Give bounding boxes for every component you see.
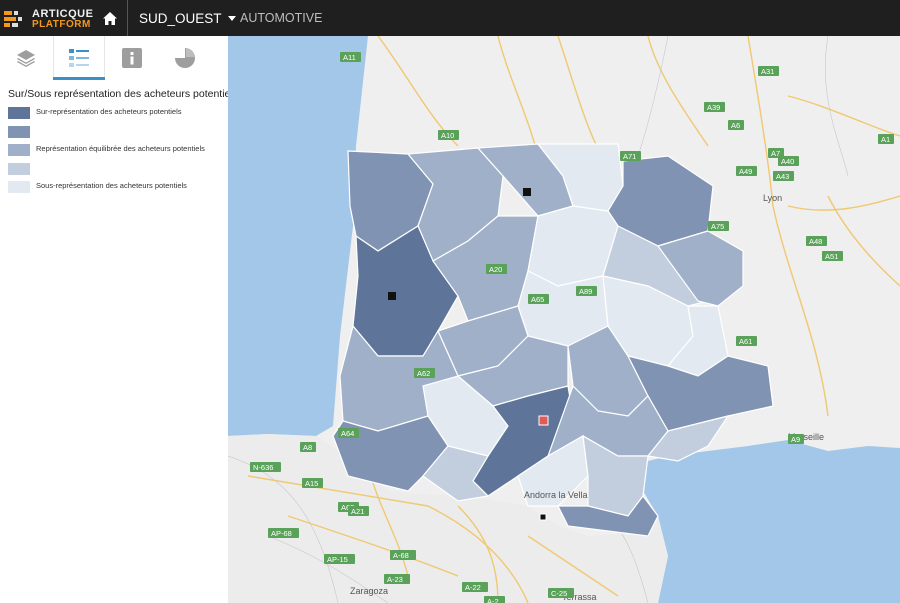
legend-title: Sur/Sous représentation des acheteurs po… <box>8 88 238 100</box>
tab-legend[interactable] <box>53 36 105 80</box>
road-shield-label: A43 <box>776 172 789 181</box>
map-svg[interactable]: Andorra la Vella Zaragoza Lyon Marseille… <box>228 36 900 603</box>
road-shield-label: A65 <box>531 295 544 304</box>
place-label: Zaragoza <box>350 586 388 596</box>
road-shield-label: A48 <box>809 237 822 246</box>
study-dropdown[interactable]: SUD_OUEST <box>139 0 236 36</box>
map-canvas[interactable]: Andorra la Vella Zaragoza Lyon Marseille… <box>228 36 900 603</box>
road-shield-label: A1 <box>881 135 890 144</box>
tab-info[interactable] <box>106 36 158 80</box>
logo-mark-icon <box>4 11 22 27</box>
tab-layers[interactable] <box>0 36 52 80</box>
mediterranean-sea <box>628 440 900 603</box>
layers-icon <box>17 50 35 67</box>
sidebar: Sur/Sous représentation des acheteurs po… <box>0 36 238 603</box>
place-label: Lyon <box>763 193 782 203</box>
home-icon <box>103 11 117 25</box>
road-shield-label: C-25 <box>551 589 567 598</box>
selected-location-marker[interactable] <box>538 415 549 426</box>
pie-chart-icon <box>175 48 195 68</box>
module-menu-automotive[interactable]: AUTOMOTIVE <box>240 0 322 36</box>
articque-logo[interactable]: ARTICQUE PLATFORM <box>4 5 93 31</box>
road-shield-label: A62 <box>417 369 430 378</box>
road-shield-label: A75 <box>711 222 724 231</box>
road-shield-label: A-22 <box>465 583 481 592</box>
place-label: Andorra la Vella <box>524 490 588 500</box>
location-marker[interactable] <box>539 513 547 521</box>
legend-swatch <box>8 107 30 119</box>
location-marker[interactable] <box>523 188 531 196</box>
legend-label: Sur-représentation des acheteurs potenti… <box>36 107 182 116</box>
legend-swatch <box>8 144 30 156</box>
road-shield-label: A11 <box>343 53 356 62</box>
road-shield-label: N-636 <box>253 463 273 472</box>
divider <box>127 0 128 36</box>
legend-label: Représentation équilibrée des acheteurs … <box>36 144 205 153</box>
road-shield-label: A31 <box>761 67 774 76</box>
location-marker[interactable] <box>388 292 396 300</box>
road-shield-label: A89 <box>579 287 592 296</box>
road-shield-label: A39 <box>707 103 720 112</box>
road-shield-label: A-2 <box>487 597 499 603</box>
road-shield-label: A10 <box>441 131 454 140</box>
road-shield-label: A9 <box>791 435 800 444</box>
road-shield-label: A20 <box>489 265 502 274</box>
road-shield-label: A15 <box>305 479 318 488</box>
logo-text-bottom: PLATFORM <box>32 19 91 30</box>
tab-statistics[interactable] <box>159 36 211 80</box>
legend-swatch <box>8 162 30 175</box>
road-shield-label: A40 <box>781 157 794 166</box>
road-shield-label: A-23 <box>387 575 403 584</box>
road-shield-label: AP-68 <box>271 529 292 538</box>
legend-swatch <box>8 125 30 138</box>
road-shield-label: A64 <box>341 429 354 438</box>
legend-label: Sous-représentation des acheteurs potent… <box>36 181 187 190</box>
road-shield-label: A49 <box>739 167 752 176</box>
legend-swatch <box>8 181 30 193</box>
info-icon <box>122 48 142 68</box>
caret-down-icon <box>227 15 236 21</box>
road-shield-label: A8 <box>303 443 312 452</box>
road-shield-label: A21 <box>351 507 364 516</box>
study-dropdown-label: SUD_OUEST <box>139 10 222 26</box>
road-shield-label: A-68 <box>393 551 409 560</box>
home-button[interactable] <box>94 0 126 36</box>
road-shield-label: A61 <box>739 337 752 346</box>
legend-list-icon <box>69 49 89 67</box>
road-shield-label: A6 <box>731 121 740 130</box>
road-shield-label: A51 <box>825 252 838 261</box>
road-shield-label: A71 <box>623 152 636 161</box>
sidebar-tabs <box>0 36 228 80</box>
road-shield-label: AP-15 <box>327 555 348 564</box>
top-bar: ARTICQUE PLATFORM SUD_OUEST AUTOMOTIVE <box>0 0 900 36</box>
